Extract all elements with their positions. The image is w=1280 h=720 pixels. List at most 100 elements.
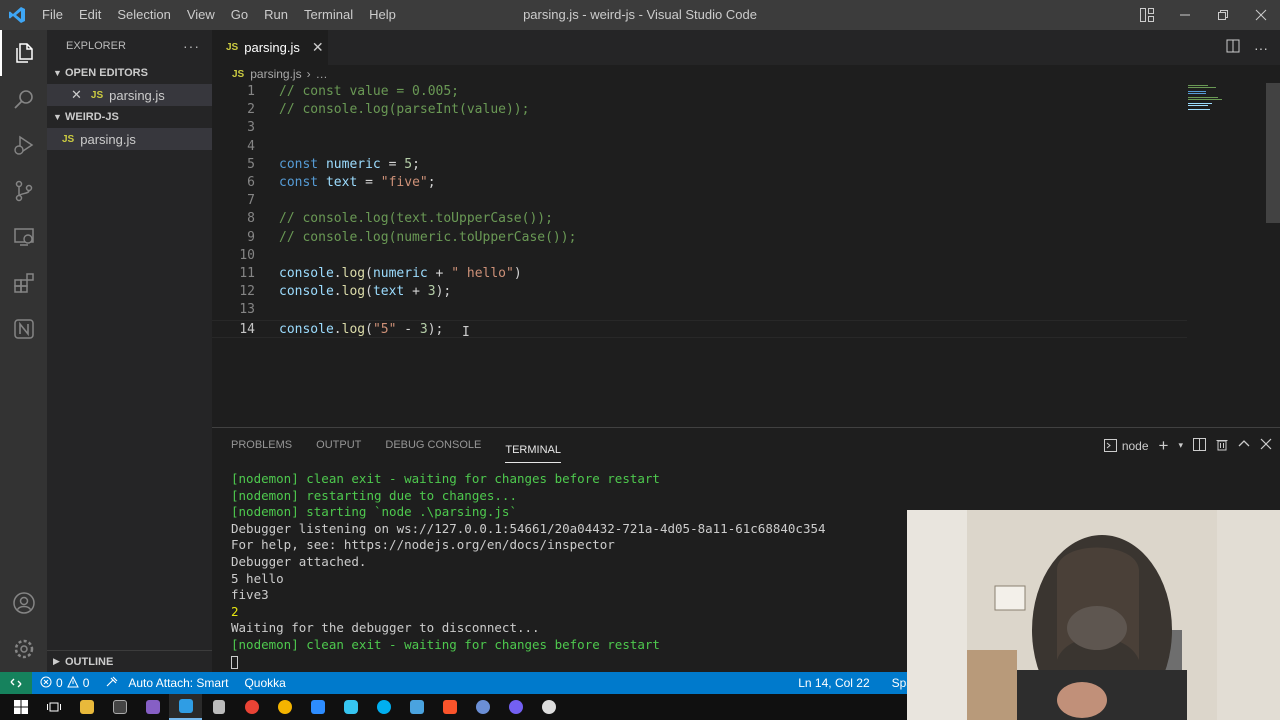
menu-terminal[interactable]: Terminal xyxy=(296,0,361,30)
maximize-panel-icon[interactable] xyxy=(1238,438,1250,453)
code-line[interactable]: 2 // console.log(parseInt(value)); xyxy=(212,101,1187,119)
code-line[interactable]: 9 // console.log(numeric.toUpperCase()); xyxy=(212,229,1187,247)
code-editor[interactable]: 1 // const value = 0.005; 2 // console.log(… xyxy=(212,83,1280,427)
more-actions-icon[interactable]: ··· xyxy=(183,38,200,54)
breadcrumb-file[interactable]: parsing.js xyxy=(250,67,301,81)
brave-icon[interactable] xyxy=(433,694,466,720)
zoom-icon[interactable] xyxy=(301,694,334,720)
menu-run[interactable]: Run xyxy=(256,0,296,30)
skype-icon[interactable] xyxy=(367,694,400,720)
file-tree-item[interactable]: JS parsing.js xyxy=(47,128,212,150)
problems-status[interactable]: 0 0 xyxy=(32,672,97,694)
library-icon[interactable] xyxy=(202,694,235,720)
tab-parsing-js[interactable]: JS parsing.js ✕ xyxy=(212,30,328,65)
extensions-icon[interactable] xyxy=(0,260,47,306)
settings-gear-icon[interactable] xyxy=(0,626,47,672)
menu-file[interactable]: File xyxy=(34,0,71,30)
more-actions-icon[interactable]: ··· xyxy=(1254,40,1268,56)
menu-edit[interactable]: Edit xyxy=(71,0,109,30)
close-tab-icon[interactable]: ✕ xyxy=(312,39,324,56)
slack-icon[interactable] xyxy=(334,694,367,720)
pen-tool-icon[interactable] xyxy=(400,694,433,720)
code-line[interactable]: 5 const numeric = 5; xyxy=(212,156,1187,174)
close-icon[interactable]: ✕ xyxy=(71,87,82,103)
run-debug-icon[interactable] xyxy=(0,122,47,168)
close-window-button[interactable] xyxy=(1242,0,1280,30)
code-line[interactable]: 6 const text = "five"; xyxy=(212,174,1187,192)
code-text: // const value = 0.005; xyxy=(279,84,460,99)
terminal-icon[interactable] xyxy=(103,694,136,720)
breadcrumb[interactable]: JS parsing.js › … xyxy=(212,65,328,83)
notion-icon[interactable] xyxy=(0,306,47,352)
outline-section[interactable]: ▶ OUTLINE xyxy=(47,650,212,672)
terminal-line: 5 hello xyxy=(231,570,284,586)
visual-studio-icon[interactable] xyxy=(136,694,169,720)
windows-start-icon[interactable] xyxy=(4,694,37,720)
code-line[interactable]: 3 xyxy=(212,119,1187,137)
tab-problems[interactable]: PROBLEMS xyxy=(231,428,292,463)
terminal-selector[interactable]: node xyxy=(1103,439,1149,453)
code-line[interactable]: 12 console.log(text + 3); xyxy=(212,283,1187,301)
menu-help[interactable]: Help xyxy=(361,0,404,30)
new-terminal-icon[interactable]: + xyxy=(1159,436,1169,456)
terminal-line: Debugger listening on ws://127.0.0.1:546… xyxy=(231,520,826,536)
breadcrumb-symbol[interactable]: … xyxy=(316,67,328,81)
code-line[interactable]: 10 xyxy=(212,247,1187,265)
scrollbar-thumb[interactable] xyxy=(1266,83,1280,223)
task-view-icon[interactable] xyxy=(37,694,70,720)
code-line[interactable]: 14 console.log("5" - 3); xyxy=(212,319,1187,338)
menu-view[interactable]: View xyxy=(179,0,223,30)
explorer-icon[interactable] xyxy=(0,30,47,76)
menu-go[interactable]: Go xyxy=(223,0,256,30)
code-line[interactable]: 13 xyxy=(212,301,1187,319)
code-line[interactable]: 4 xyxy=(212,138,1187,156)
chevron-down-icon[interactable]: ▾ xyxy=(1178,440,1183,451)
menu-bar: File Edit Selection View Go Run Terminal… xyxy=(34,0,404,30)
remote-indicator-icon[interactable] xyxy=(0,672,32,694)
line-number: 11 xyxy=(239,266,255,281)
globe-icon[interactable] xyxy=(466,694,499,720)
cursor-position[interactable]: Ln 14, Col 22 xyxy=(790,672,877,694)
source-control-icon[interactable] xyxy=(0,168,47,214)
restore-button[interactable] xyxy=(1204,0,1242,30)
terminal-output[interactable]: [nodemon] clean exit - waiting for chang… xyxy=(231,471,826,670)
tab-terminal[interactable]: TERMINAL xyxy=(505,437,561,463)
layout-icon[interactable] xyxy=(1128,0,1166,30)
remote-explorer-icon[interactable] xyxy=(0,214,47,260)
trash-icon[interactable] xyxy=(1216,438,1228,454)
terminal-prompt[interactable] xyxy=(231,654,826,671)
vscode-icon[interactable] xyxy=(169,694,202,720)
open-editor-item[interactable]: ✕ JS parsing.js xyxy=(47,84,212,106)
menu-selection[interactable]: Selection xyxy=(109,0,178,30)
explorer-title: EXPLORER xyxy=(66,40,126,52)
quokka-status[interactable]: Quokka xyxy=(236,672,293,694)
split-terminal-icon[interactable] xyxy=(1193,437,1206,454)
account-icon[interactable] xyxy=(0,580,47,626)
terminal-line: Debugger attached. xyxy=(231,553,367,569)
viber-icon[interactable] xyxy=(499,694,532,720)
auto-attach-status[interactable]: Auto Attach: Smart xyxy=(97,672,236,694)
tab-output[interactable]: OUTPUT xyxy=(316,428,361,463)
folder-section[interactable]: ▼ WEIRD-JS xyxy=(47,106,212,128)
search-icon[interactable] xyxy=(0,76,47,122)
file-explorer-icon[interactable] xyxy=(70,694,103,720)
vscode-logo-icon xyxy=(0,0,34,30)
tab-debug-console[interactable]: DEBUG CONSOLE xyxy=(385,428,481,463)
chrome-icon[interactable] xyxy=(235,694,268,720)
code-line[interactable]: 8 // console.log(text.toUpperCase()); xyxy=(212,210,1187,228)
code-line[interactable]: 1 // const value = 0.005; xyxy=(212,83,1187,101)
open-editors-section[interactable]: ▼ OPEN EDITORS xyxy=(47,62,212,84)
chrome-alt-icon[interactable] xyxy=(268,694,301,720)
warning-count: 0 xyxy=(82,676,90,690)
split-editor-icon[interactable] xyxy=(1226,39,1240,56)
github-icon[interactable] xyxy=(532,694,565,720)
editor-scrollbar[interactable] xyxy=(1266,83,1280,427)
text-cursor-icon: I xyxy=(462,325,470,340)
minimize-button[interactable] xyxy=(1166,0,1204,30)
line-number: 14 xyxy=(239,321,255,337)
code-line[interactable]: 7 xyxy=(212,192,1187,210)
code-line[interactable]: 11 console.log(numeric + " hello") xyxy=(212,265,1187,283)
minimap[interactable] xyxy=(1186,83,1266,113)
close-panel-icon[interactable] xyxy=(1260,438,1272,453)
open-editor-filename: parsing.js xyxy=(109,87,165,103)
